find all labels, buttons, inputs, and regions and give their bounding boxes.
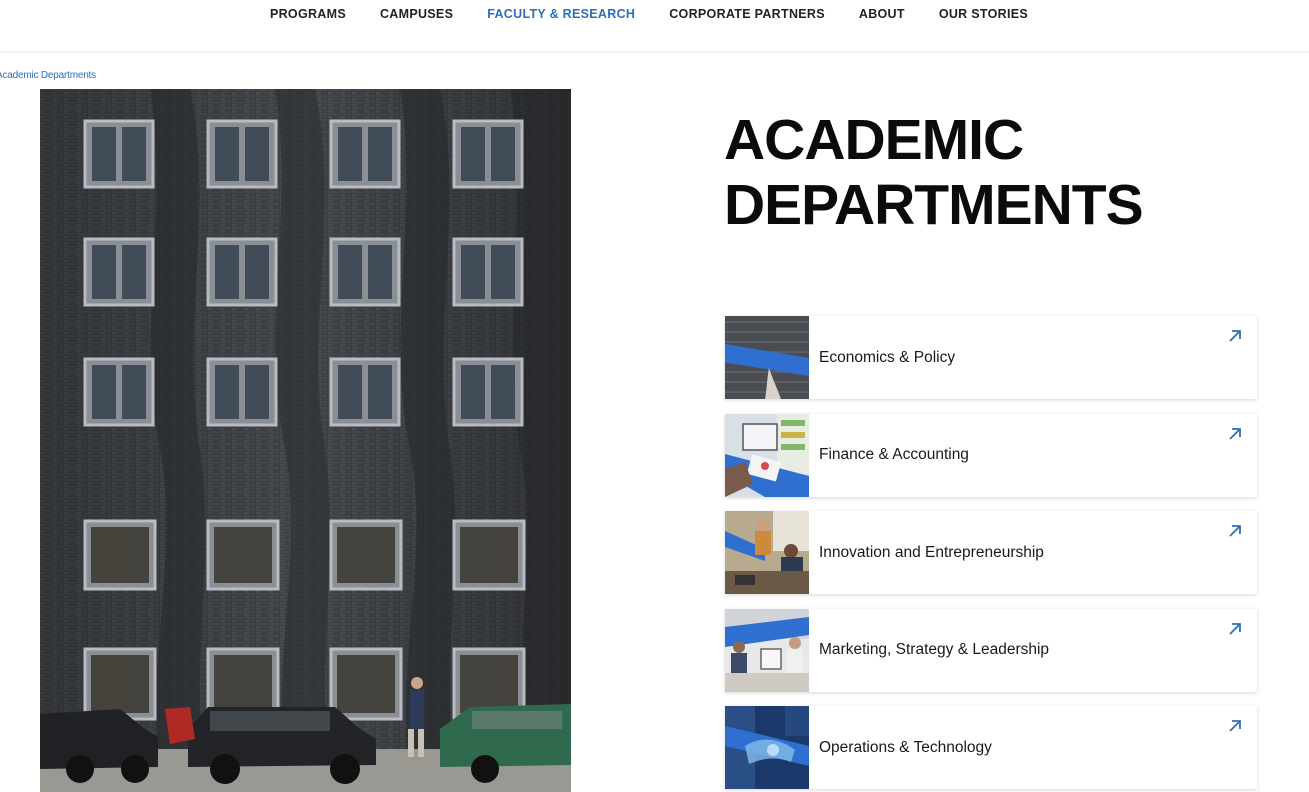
department-thumbnail	[725, 316, 809, 399]
laptop-charts-photo	[725, 413, 809, 497]
top-navigation: PROGRAMS CAMPUSES FACULTY & RESEARCH COR…	[0, 0, 1309, 52]
hero-building-image	[40, 89, 571, 792]
breadcrumb: Academic Departments	[0, 70, 200, 81]
department-thumbnail	[725, 511, 809, 594]
department-card-innovation-entrepreneurship[interactable]: Innovation and Entrepreneurship	[725, 511, 1257, 594]
department-label: Operations & Technology	[819, 738, 992, 756]
page-title-line2: DEPARTMENTS	[724, 173, 1144, 237]
department-card-economics-policy[interactable]: Economics & Policy	[725, 316, 1257, 399]
nav-our-stories[interactable]: OUR STORIES	[939, 7, 1028, 21]
arrow-up-right-icon	[1229, 330, 1241, 342]
nav-campuses[interactable]: CAMPUSES	[380, 7, 453, 21]
office-meeting-photo	[725, 608, 809, 692]
department-label: Economics & Policy	[819, 348, 956, 366]
department-card-finance-accounting[interactable]: Finance & Accounting	[725, 413, 1257, 497]
arrow-up-right-icon	[1229, 622, 1241, 635]
nav-faculty-research[interactable]: FACULTY & RESEARCH	[487, 7, 635, 21]
arrow-up-right-icon	[1229, 720, 1241, 732]
page-title-line1: ACADEMIC	[724, 108, 1024, 172]
department-card-marketing-strategy-leadership[interactable]: Marketing, Strategy & Leadership	[725, 608, 1257, 692]
department-label: Marketing, Strategy & Leadership	[819, 641, 1050, 658]
hand-tech-photo	[725, 706, 809, 789]
nav-corporate-partners[interactable]: CORPORATE PARTNERS	[669, 7, 825, 21]
department-label: Innovation and Entrepreneurship	[819, 543, 1044, 561]
nav-programs[interactable]: PROGRAMS	[270, 7, 346, 21]
department-thumbnail	[725, 706, 809, 789]
department-card-operations-technology[interactable]: Operations & Technology	[725, 706, 1257, 789]
building-facade-photo	[40, 89, 571, 792]
brick-wall-blue-ribbon-photo	[725, 316, 809, 399]
nav-about[interactable]: ABOUT	[859, 7, 905, 21]
department-list: Economics & Policy Finance & Accounting	[725, 316, 1257, 792]
students-workshop-photo	[725, 511, 809, 594]
department-thumbnail	[725, 413, 809, 497]
nav-items: PROGRAMS CAMPUSES FACULTY & RESEARCH COR…	[270, 7, 1028, 21]
breadcrumb-current[interactable]: Academic Departments	[0, 70, 96, 81]
page-title: ACADEMIC DEPARTMENTS	[724, 108, 1284, 238]
department-thumbnail	[725, 608, 809, 692]
department-label: Finance & Accounting	[819, 446, 969, 463]
arrow-up-right-icon	[1229, 525, 1241, 537]
arrow-up-right-icon	[1229, 427, 1241, 440]
